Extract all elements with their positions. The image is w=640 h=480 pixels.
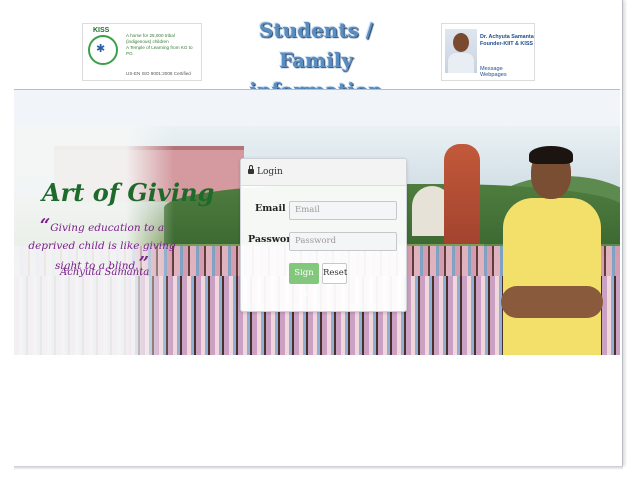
page-title-line1: Students / Family — [258, 18, 374, 72]
reset-button[interactable]: Reset — [322, 263, 347, 284]
kiss-logo-title: KISS — [93, 27, 110, 34]
login-title: Login — [257, 167, 283, 177]
login-panel: Login Email Email Password Password Sign… — [240, 158, 407, 312]
founder-links: Message Webpages — [480, 66, 534, 78]
founder-name: Dr. Achyuta Samanta Founder-KIIT & KISS — [480, 34, 534, 48]
banner-heading: Art of Giving — [42, 178, 215, 207]
lock-icon — [248, 165, 254, 174]
founder-photo — [445, 29, 477, 73]
founder-name-line2: Founder-KIIT & KISS — [480, 41, 534, 47]
founder-body-shape — [448, 53, 474, 73]
page-shadow — [14, 466, 623, 470]
banner-temple — [444, 144, 480, 244]
children-figure-icon: ✱ — [96, 43, 106, 55]
banner-quote-text: Giving education to a deprived child is … — [28, 222, 176, 272]
kiss-tagline-line: A Temple of Learning from KG to PG — [126, 45, 193, 56]
founder-head-shape — [453, 33, 469, 52]
kiss-certification: US-EN ISO 9001:2008 Certified — [126, 71, 191, 76]
founder-card: Dr. Achyuta Samanta Founder-KIIT & KISS … — [441, 23, 535, 81]
nav-band — [14, 90, 620, 126]
founder-banner-figure — [499, 146, 605, 355]
email-label: Email — [255, 203, 286, 214]
founder-name-line1: Dr. Achyuta Samanta — [480, 34, 534, 40]
founder-figure-shirt — [503, 198, 601, 355]
password-field[interactable]: Password — [289, 232, 397, 251]
sign-in-button[interactable]: Sign In — [289, 263, 319, 299]
login-panel-header: Login — [241, 159, 406, 186]
quote-open-icon: “ — [39, 215, 51, 236]
founder-figure-arms — [501, 286, 603, 318]
banner-author: Achyuta Samanta — [60, 267, 150, 278]
email-field[interactable]: Email — [289, 201, 397, 220]
webpages-link[interactable]: Webpages — [480, 72, 507, 78]
kiss-tagline: A home for 25,000 tribal (indigenous) ch… — [126, 33, 200, 57]
founder-figure-hair — [529, 146, 573, 164]
kiss-logo[interactable]: KISS ✱ A home for 25,000 tribal (indigen… — [82, 23, 202, 81]
